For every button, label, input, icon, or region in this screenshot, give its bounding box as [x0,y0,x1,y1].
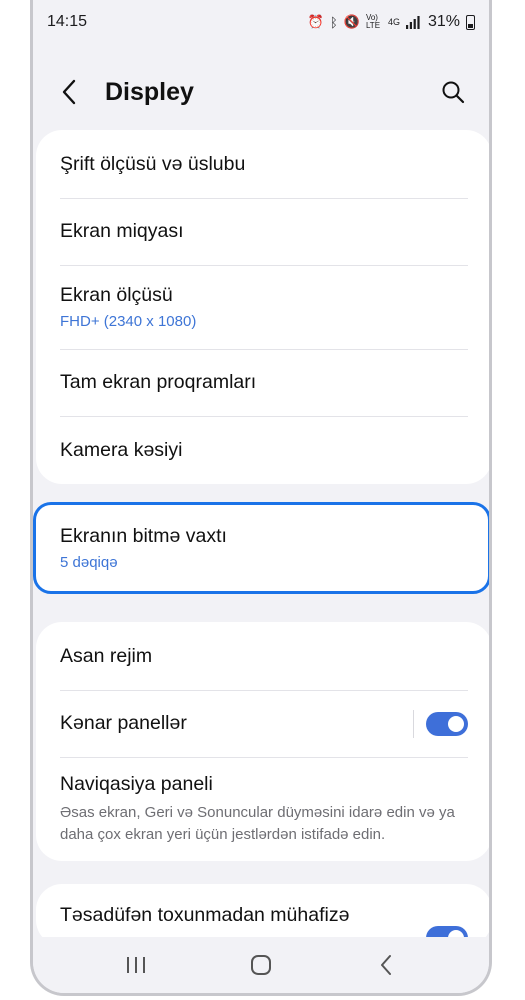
screen-zoom-item[interactable]: Ekran miqyası [36,198,489,265]
toggle-wrap [413,709,468,738]
item-title: Ekranın bitmə vaxtı [60,525,227,547]
item-subtitle: 5 dəqiqə [60,554,118,571]
edge-panels-toggle[interactable] [426,711,468,736]
settings-group-display-size: Şrift ölçüsü və üslubu Ekran miqyası Ekr… [36,130,489,484]
network-type-label: 4G [387,17,400,27]
alarm-icon: ⏰ [307,14,324,29]
item-title: Tam ekran proqramları [60,371,257,393]
navigation-bar-item[interactable]: Naviqasiya paneli Əsas ekran, Geri və So… [36,757,489,861]
search-icon [442,81,465,104]
item-subtitle: FHD+ (2340 x 1080) [60,313,197,330]
settings-group-panels: Asan rejim Kənar panellər Naviqasiya pan… [36,622,489,861]
camera-cutout-item[interactable]: Kamera kəsiyi [36,416,489,484]
item-title: Kamera kəsiyi [60,438,183,461]
system-navigation-bar [33,937,489,993]
mute-icon: 🔇 [343,14,360,29]
item-title: Şrift ölçüsü və üslubu [60,152,246,175]
nav-back-button[interactable] [364,945,408,985]
item-title: Təsadüfən toxunmadan mühafizə [60,904,350,926]
recents-icon [126,957,145,973]
page-title: Displey [105,77,194,106]
status-time: 14:15 [47,13,88,30]
search-button[interactable] [435,74,471,110]
volte-icon: Vo) LTE [365,13,381,30]
status-bar: 14:15 ⏰ ᛒ 🔇 Vo) LTE 4G 31% [33,0,489,44]
back-button[interactable] [51,74,87,110]
chevron-left-icon [62,79,76,105]
screen-timeout-item[interactable]: Ekranın bitmə vaxtı 5 dəqiqə [33,502,489,594]
recents-button[interactable] [114,945,158,985]
edge-panels-item[interactable]: Kənar panellər [36,690,489,757]
font-size-style-item[interactable]: Şrift ölçüsü və üslubu [36,130,489,198]
home-icon [250,955,271,975]
battery-icon [466,14,475,30]
item-title: Ekran ölçüsü [60,284,173,306]
screen-resolution-item[interactable]: Ekran ölçüsü FHD+ (2340 x 1080) [36,265,489,349]
bluetooth-icon: ᛒ [329,14,338,30]
chevron-left-icon [381,955,392,975]
phone-screen: 14:15 ⏰ ᛒ 🔇 Vo) LTE 4G 31% Displey Şrift… [30,0,492,996]
full-screen-apps-item[interactable]: Tam ekran proqramları [36,349,489,416]
status-icons: ⏰ ᛒ 🔇 Vo) LTE 4G 31% [308,13,475,31]
battery-percent: 31% [427,13,460,30]
item-title: Naviqasiya paneli [60,772,213,795]
home-button[interactable] [239,945,283,985]
signal-icon [405,15,420,29]
item-title: Asan rejim [60,644,153,667]
item-title: Ekran miqyası [60,220,184,242]
divider [413,709,414,738]
app-header: Displey [33,64,489,120]
item-description: Əsas ekran, Geri və Sonuncular düyməsini… [60,803,455,843]
item-title: Kənar panellər [60,712,187,734]
easy-mode-item[interactable]: Asan rejim [36,622,489,690]
